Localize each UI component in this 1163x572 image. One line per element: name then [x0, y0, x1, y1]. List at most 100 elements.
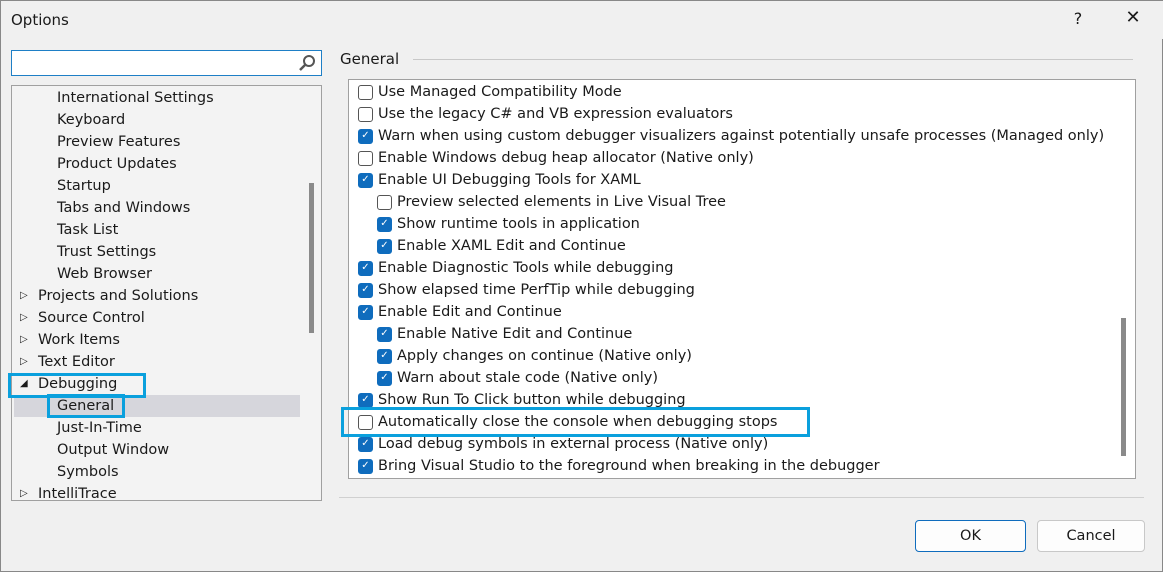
expanded-arrow-icon[interactable]: ◢: [20, 373, 28, 395]
option-label: Enable Diagnostic Tools while debugging: [378, 260, 674, 276]
option-row[interactable]: ✓ Show runtime tools in application: [377, 213, 640, 235]
option-row[interactable]: Use the legacy C# and VB expression eval…: [358, 103, 733, 125]
option-label: Show Run To Click button while debugging: [378, 392, 686, 408]
option-label: Enable UI Debugging Tools for XAML: [378, 172, 641, 188]
tree-item-label: Startup: [57, 178, 111, 194]
help-button[interactable]: ?: [1068, 9, 1088, 28]
tree-item[interactable]: Startup: [14, 175, 300, 197]
option-row[interactable]: ✓ Show Run To Click button while debuggin…: [358, 389, 686, 411]
checkbox[interactable]: [358, 150, 373, 166]
tree-item-label: Just-In-Time: [57, 420, 142, 436]
tree-item[interactable]: General: [14, 395, 300, 417]
checkbox[interactable]: [358, 414, 373, 430]
search-icon[interactable]: [297, 53, 317, 73]
option-row[interactable]: ✓ Load debug symbols in external process …: [358, 433, 768, 455]
options-list[interactable]: Use Managed Compatibility Mode Use the le…: [348, 79, 1136, 479]
option-label: Enable XAML Edit and Continue: [397, 238, 626, 254]
checkbox[interactable]: [377, 194, 392, 210]
option-row[interactable]: ✓ Show elapsed time PerfTip while debuggi…: [358, 279, 695, 301]
option-row[interactable]: ✓ Apply changes on continue (Native only): [377, 345, 692, 367]
option-row[interactable]: ✓ Warn when using custom debugger visuali…: [358, 125, 1104, 147]
checkbox[interactable]: ✓: [377, 348, 392, 364]
tree-item[interactable]: Just-In-Time: [14, 417, 300, 439]
collapsed-arrow-icon[interactable]: ▷: [20, 285, 28, 307]
options-tree[interactable]: International Settings Keyboard Preview Fe…: [11, 85, 322, 501]
option-row[interactable]: ✓ Enable Diagnostic Tools while debugging: [358, 257, 674, 279]
tree-item-label: Tabs and Windows: [57, 200, 191, 216]
tree-item[interactable]: ◢ Debugging: [14, 373, 300, 395]
option-row[interactable]: ✓ Bring Visual Studio to the foreground w…: [358, 455, 880, 477]
tree-item[interactable]: Trust Settings: [14, 241, 300, 263]
tree-item[interactable]: International Settings: [14, 87, 300, 109]
checkbox[interactable]: ✓: [358, 260, 373, 276]
option-label: Use the legacy C# and VB expression eval…: [378, 106, 733, 122]
option-label: Preview selected elements in Live Visual…: [397, 194, 726, 210]
collapsed-arrow-icon[interactable]: ▷: [20, 329, 28, 351]
cancel-button[interactable]: Cancel: [1037, 520, 1145, 552]
checkbox[interactable]: [358, 106, 373, 122]
option-row[interactable]: Use Managed Compatibility Mode: [358, 81, 622, 103]
tree-item[interactable]: Web Browser: [14, 263, 300, 285]
tree-item[interactable]: ▷ Work Items: [14, 329, 300, 351]
tree-item-label: Projects and Solutions: [38, 288, 199, 304]
option-label: Load debug symbols in external process (…: [378, 436, 769, 452]
tree-item[interactable]: ▷ IntelliTrace: [14, 483, 300, 501]
collapsed-arrow-icon[interactable]: ▷: [20, 483, 28, 500]
tree-item[interactable]: Output Window: [14, 439, 300, 461]
option-label: Automatically close the console when deb…: [378, 414, 778, 430]
option-label: Bring Visual Studio to the foreground wh…: [378, 458, 880, 474]
collapsed-arrow-icon[interactable]: ▷: [20, 307, 28, 329]
checkbox[interactable]: ✓: [377, 326, 392, 342]
search-input[interactable]: [12, 51, 292, 75]
tree-item-label: Preview Features: [57, 134, 181, 150]
option-row[interactable]: ✓ Enable Native Edit and Continue: [377, 323, 632, 345]
tree-item[interactable]: ▷ Source Control: [14, 307, 300, 329]
option-row[interactable]: Enable Windows debug heap allocator (Nat…: [358, 147, 754, 169]
footer-divider: [339, 497, 1144, 498]
tree-item[interactable]: Task List: [14, 219, 300, 241]
tree-item[interactable]: Tabs and Windows: [14, 197, 300, 219]
option-row[interactable]: Automatically close the console when deb…: [358, 411, 777, 433]
tree-item[interactable]: Keyboard: [14, 109, 300, 131]
tree-item-label: General: [57, 398, 115, 414]
checkbox[interactable]: ✓: [377, 238, 392, 254]
option-label: Enable Native Edit and Continue: [397, 326, 633, 342]
option-label: Apply changes on continue (Native only): [397, 348, 692, 364]
tree-item[interactable]: Symbols: [14, 461, 300, 483]
checkbox[interactable]: ✓: [377, 216, 392, 232]
checkbox[interactable]: ✓: [358, 436, 373, 452]
collapsed-arrow-icon[interactable]: ▷: [20, 351, 28, 373]
tree-item-label: IntelliTrace: [38, 486, 117, 501]
group-divider: [413, 59, 1133, 60]
tree-item[interactable]: Product Updates: [14, 153, 300, 175]
option-label: Enable Edit and Continue: [378, 304, 562, 320]
checkbox[interactable]: ✓: [358, 458, 373, 474]
window-title: Options: [11, 11, 69, 29]
search-box[interactable]: [11, 50, 322, 76]
tree-item-label: Debugging: [38, 376, 118, 392]
option-row[interactable]: Preview selected elements in Live Visual…: [377, 191, 726, 213]
tree-item[interactable]: ▷ Projects and Solutions: [14, 285, 300, 307]
checkbox[interactable]: ✓: [358, 282, 373, 298]
option-row[interactable]: ✓ Warn about stale code (Native only): [377, 367, 658, 389]
option-label: Show elapsed time PerfTip while debuggin…: [378, 282, 695, 298]
options-scrollbar-thumb[interactable]: [1121, 318, 1126, 456]
tree-item-label: Text Editor: [38, 354, 115, 370]
checkbox[interactable]: ✓: [358, 392, 373, 408]
checkbox[interactable]: ✓: [358, 172, 373, 188]
tree-item-label: Product Updates: [57, 156, 177, 172]
checkbox[interactable]: [358, 84, 373, 100]
checkbox[interactable]: ✓: [358, 304, 373, 320]
checkbox[interactable]: ✓: [358, 128, 373, 144]
tree-item[interactable]: Preview Features: [14, 131, 300, 153]
tree-item-label: Output Window: [57, 442, 170, 458]
ok-button[interactable]: OK: [915, 520, 1026, 552]
option-row[interactable]: ✓ Enable UI Debugging Tools for XAML: [358, 169, 641, 191]
option-row[interactable]: ✓ Enable Edit and Continue: [358, 301, 562, 323]
checkbox[interactable]: ✓: [377, 370, 392, 386]
close-button[interactable]: ✕: [1123, 7, 1143, 28]
option-row[interactable]: ✓ Enable XAML Edit and Continue: [377, 235, 626, 257]
tree-item-label: Trust Settings: [57, 244, 157, 260]
tree-scrollbar-thumb[interactable]: [309, 183, 314, 333]
tree-item[interactable]: ▷ Text Editor: [14, 351, 300, 373]
